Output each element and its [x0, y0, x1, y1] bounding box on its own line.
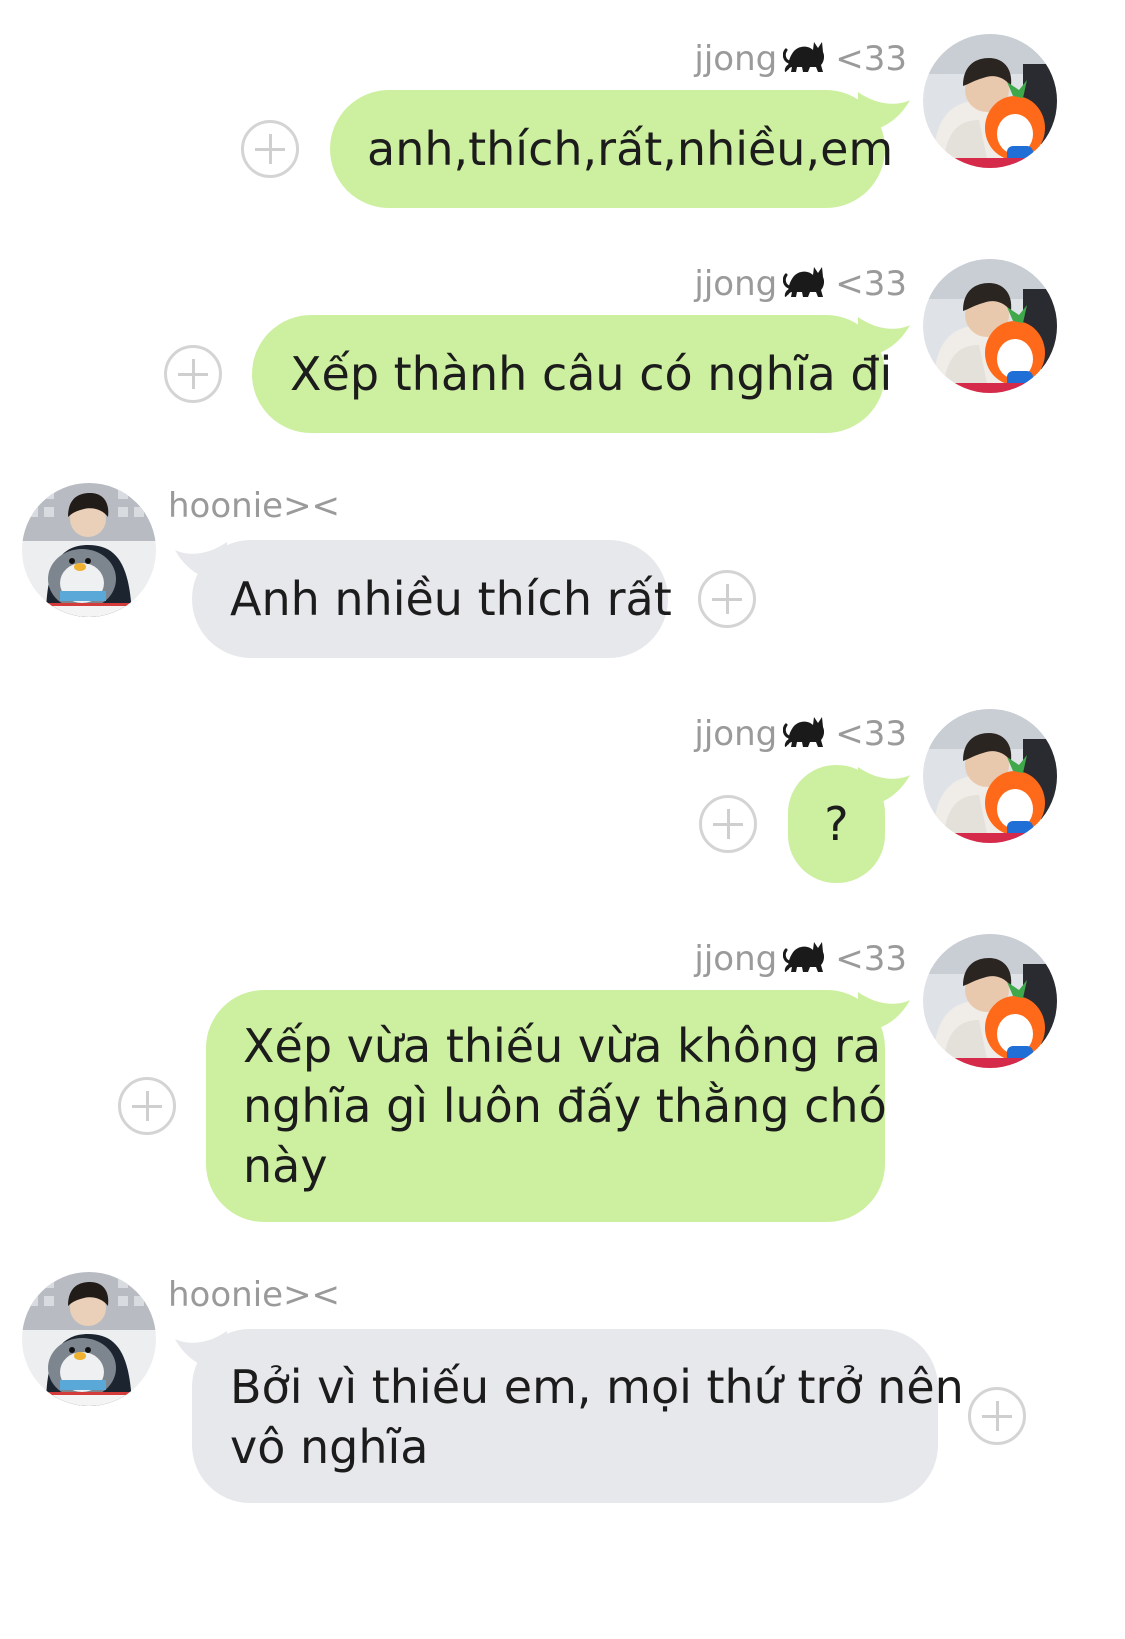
avatar-jjong[interactable] [923, 934, 1057, 1068]
avatar-jjong[interactable] [923, 34, 1057, 168]
add-reaction-button[interactable] [698, 570, 756, 628]
sender-name: hoonie>< [168, 486, 340, 526]
message-text-line: này [243, 1139, 328, 1193]
message-text: Anh nhiều thích rất [230, 572, 672, 626]
sender-name: hoonie>< [168, 1275, 340, 1315]
message-bubble[interactable]: Anh nhiều thích rất [192, 540, 672, 658]
avatar-hoonie[interactable] [22, 1272, 156, 1406]
black-cat-icon [783, 936, 829, 976]
sender-name-text: jjong [694, 939, 778, 979]
sender-name: jjong <33 [694, 936, 907, 979]
sender-name-text: jjong [694, 714, 778, 754]
sender-name-suffix: <33 [835, 714, 907, 754]
avatar-jjong[interactable] [923, 259, 1057, 393]
message-bubble[interactable]: Xếp thành câu có nghĩa đi [252, 315, 893, 433]
sender-name-text: hoonie>< [168, 1275, 341, 1315]
add-reaction-button[interactable] [968, 1387, 1026, 1445]
avatar-hoonie[interactable] [22, 483, 156, 617]
message-bubble[interactable]: Xếp vừa thiếu vừa không ra nghĩa gì luôn… [206, 990, 887, 1222]
sender-name: jjong <33 [694, 261, 907, 304]
avatar-jjong[interactable] [923, 709, 1057, 843]
add-reaction-button[interactable] [164, 345, 222, 403]
sender-name-suffix: <33 [835, 264, 907, 304]
bubble-tail [858, 317, 910, 357]
message-bubble[interactable]: Bởi vì thiếu em, mọi thứ trở nên vô nghĩ… [192, 1329, 964, 1503]
sender-name-text: jjong [694, 264, 778, 304]
sender-name: jjong <33 [694, 711, 907, 754]
sender-name-suffix: <33 [835, 39, 907, 79]
sender-name-text: jjong [694, 39, 778, 79]
message-text-line: nghĩa gì luôn đấy thằng chó [243, 1079, 887, 1133]
message-bubble[interactable]: anh,thích,rất,nhiều,em [330, 90, 894, 208]
message-text-line: Xếp vừa thiếu vừa không ra [243, 1019, 882, 1073]
black-cat-icon [783, 711, 829, 751]
bubble-tail [858, 767, 910, 807]
message-text-line: vô nghĩa [230, 1420, 429, 1474]
add-reaction-button[interactable] [241, 120, 299, 178]
bubble-tail [858, 992, 910, 1032]
sender-name-suffix: <33 [835, 939, 907, 979]
message-text: Xếp thành câu có nghĩa đi [290, 347, 893, 401]
sender-name: jjong <33 [694, 36, 907, 79]
add-reaction-button[interactable] [699, 795, 757, 853]
bubble-tail [858, 92, 910, 132]
message-text-line: Bởi vì thiếu em, mọi thứ trở nên [230, 1360, 964, 1414]
sender-name-text: hoonie>< [168, 486, 341, 526]
black-cat-icon [783, 36, 829, 76]
add-reaction-button[interactable] [118, 1077, 176, 1135]
message-text: anh,thích,rất,nhiều,em [367, 122, 894, 176]
black-cat-icon [783, 261, 829, 301]
